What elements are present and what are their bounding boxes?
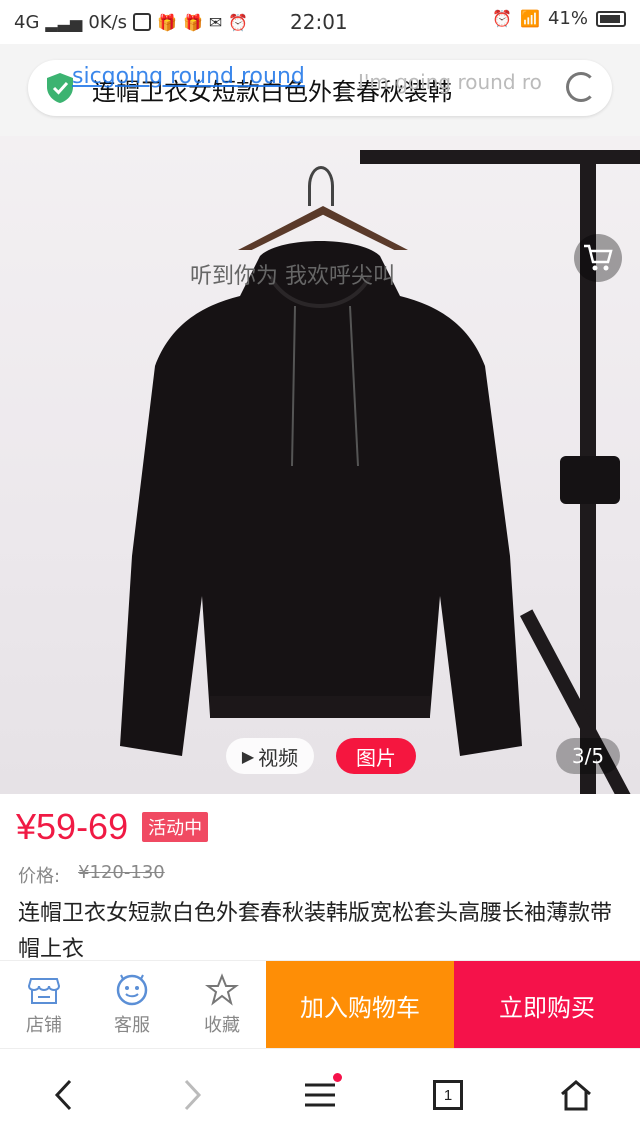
- customer-service-icon: [116, 974, 148, 1006]
- video-tab[interactable]: ▶ 视频: [226, 738, 314, 774]
- customer-service-label: 客服: [114, 1015, 150, 1036]
- gift-icon: 🎁: [182, 12, 203, 32]
- original-price: ¥120-130: [78, 862, 165, 883]
- s-app-icon: [133, 13, 152, 31]
- menu-icon: [305, 1083, 335, 1107]
- back-icon: [54, 1079, 72, 1111]
- clock: 22:01: [290, 10, 348, 34]
- browser-toolbar: 连帽卫衣女短款白色外套春秋装韩 sicgoing round round I'm…: [0, 44, 640, 136]
- hanger-hook: [308, 166, 334, 206]
- lyric-caption: 听到你为 我欢呼尖叫: [190, 264, 395, 289]
- favorite-button[interactable]: 收藏: [178, 961, 266, 1049]
- back-button[interactable]: [40, 1071, 88, 1119]
- cart-button[interactable]: [574, 234, 622, 282]
- customer-service-button[interactable]: 客服: [88, 961, 176, 1049]
- mail-icon: ✉: [208, 12, 223, 32]
- buy-now-button[interactable]: 立即购买: [454, 961, 640, 1049]
- rack-top-bar: [360, 150, 640, 164]
- cart-icon: [584, 244, 613, 271]
- play-icon: ▶: [241, 746, 255, 766]
- network-type: 4G: [14, 11, 40, 33]
- store-icon: [27, 978, 61, 1004]
- star-icon: [205, 973, 239, 1006]
- battery-icon: [596, 10, 626, 27]
- address-bar[interactable]: 连帽卫衣女短款白色外套春秋装韩 sicgoing round round I'm…: [28, 60, 612, 116]
- store-button[interactable]: 店铺: [0, 961, 88, 1049]
- battery-percent: 41%: [547, 8, 588, 29]
- home-button[interactable]: [552, 1071, 600, 1119]
- wifi-icon: 📶: [520, 9, 540, 28]
- product-image-gallery[interactable]: 听到你为 我欢呼尖叫 ▶ 视频 图片 3/5: [0, 136, 640, 794]
- product-title: 连帽卫衣女短款白色外套春秋装韩版宽松套头高腰长袖薄款带帽上衣: [18, 901, 613, 962]
- gift-icon: 🎁: [157, 12, 177, 32]
- browser-bottom-nav: 1: [0, 1048, 640, 1138]
- store-label: 店铺: [26, 1015, 62, 1036]
- video-label: 视频: [258, 745, 299, 770]
- alarm-icon: ⏰: [228, 12, 249, 32]
- reload-icon[interactable]: [566, 72, 596, 102]
- overlay-link[interactable]: sicgoing round round: [72, 64, 305, 89]
- home-icon: [561, 1080, 591, 1111]
- menu-button[interactable]: [296, 1071, 344, 1119]
- tab-count: 1: [443, 1086, 453, 1104]
- current-price: ¥59-69: [16, 806, 129, 847]
- add-to-cart-button[interactable]: 加入购物车: [266, 961, 454, 1049]
- network-speed: 0K/s: [88, 11, 128, 33]
- photo-tab[interactable]: 图片: [336, 738, 416, 774]
- tabs-icon: 1: [433, 1080, 463, 1110]
- shield-check-icon: [47, 73, 73, 103]
- overlay-faded-text: I'm going round ro: [358, 70, 542, 94]
- status-bar: 4G ▂▃▅ 0K/s 🎁 🎁 ✉ ⏰ 22:01 ⏰ 📶 41%: [0, 0, 640, 44]
- notification-dot: [333, 1073, 342, 1082]
- action-bar: 店铺 客服 收藏 加入购物车 立即购买: [0, 960, 640, 1049]
- signal-icon: ▂▃▅: [45, 12, 83, 32]
- forward-icon: [184, 1079, 202, 1111]
- page-indicator: 3/5: [556, 738, 620, 774]
- promo-badge: 活动中: [142, 812, 209, 842]
- original-price-label: 价格:: [18, 866, 61, 887]
- tabs-button[interactable]: 1: [424, 1071, 472, 1119]
- price-row: ¥59-69 活动中: [16, 806, 209, 848]
- forward-button[interactable]: [168, 1071, 216, 1119]
- original-price-row: 价格: ¥120-130: [18, 862, 165, 888]
- handbag-image: [560, 456, 620, 504]
- favorite-label: 收藏: [204, 1015, 240, 1036]
- hoodie-image: [120, 241, 522, 756]
- alarm-icon: ⏰: [492, 9, 513, 28]
